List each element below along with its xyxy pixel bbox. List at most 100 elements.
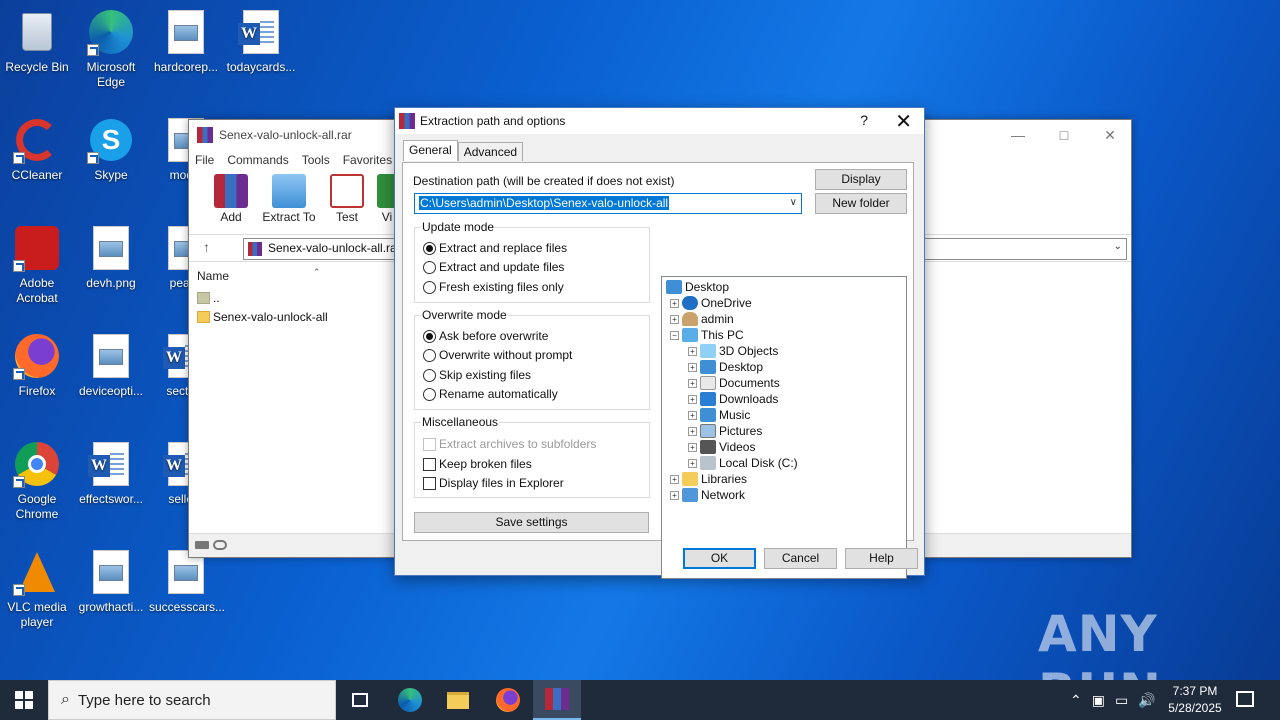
help-button[interactable]: Help	[845, 548, 918, 569]
acrobat-icon	[13, 224, 61, 272]
desktop-icon-hardcorep[interactable]: hardcorep...	[149, 8, 223, 75]
windows-icon	[15, 691, 33, 709]
archive-icon	[248, 242, 262, 256]
winrar-icon	[399, 113, 415, 129]
tree-item-music[interactable]: + Music	[688, 407, 750, 423]
task-view-icon	[352, 693, 368, 707]
video-icon	[700, 440, 716, 454]
tree-item-libraries[interactable]: + Libraries	[670, 471, 747, 487]
desktop-icon-deviceopti[interactable]: deviceopti...	[74, 332, 148, 399]
overwrite-mode-group: Overwrite mode Ask before overwrite Over…	[414, 308, 650, 410]
desktop-icon-devh[interactable]: devh.png	[74, 224, 148, 291]
destination-path-input[interactable]: C:\Users\admin\Desktop\Senex-valo-unlock…	[414, 193, 802, 214]
taskbar-search-box[interactable]: ⌕ Type here to search	[48, 680, 336, 720]
menu-file[interactable]: File	[195, 153, 214, 167]
taskbar-winrar[interactable]	[533, 680, 581, 720]
desktop-icon-edge[interactable]: Microsoft Edge	[74, 8, 148, 90]
tab-advanced[interactable]: Advanced	[457, 142, 524, 161]
desktop-icon-vlc[interactable]: VLC media player	[0, 548, 74, 630]
extract-folder-icon	[272, 174, 306, 208]
menu-favorites[interactable]: Favorites	[343, 153, 392, 167]
image-file-icon	[162, 8, 210, 56]
download-icon	[700, 392, 716, 406]
new-folder-button[interactable]: New folder	[815, 193, 907, 214]
extraction-dialog: Extraction path and options ? ✕ General …	[394, 107, 925, 579]
tree-item-onedrive[interactable]: + OneDrive	[670, 295, 752, 311]
test-button[interactable]: Test	[319, 170, 375, 224]
task-view-button[interactable]	[336, 680, 384, 720]
taskbar-edge[interactable]	[386, 680, 434, 720]
checkbox-extract-to-subfolders: Extract archives to subfolders	[423, 437, 596, 451]
maximize-button[interactable]: □	[1041, 120, 1087, 150]
tree-item-desktop[interactable]: Desktop	[666, 279, 729, 295]
notification-icon[interactable]	[1236, 691, 1254, 707]
minimize-button[interactable]: —	[995, 120, 1041, 150]
tree-item-local-disk[interactable]: + Local Disk (C:)	[688, 455, 798, 471]
radio-ask-before-overwrite[interactable]: Ask before overwrite	[423, 329, 548, 343]
cloud-icon	[682, 296, 698, 310]
tree-item-downloads[interactable]: + Downloads	[688, 391, 778, 407]
help-question-button[interactable]: ?	[860, 112, 868, 128]
test-clipboard-icon	[330, 174, 364, 208]
volume-icon[interactable]: 🔊	[1138, 692, 1155, 709]
ok-button[interactable]: OK	[683, 548, 756, 569]
desktop-icon-ccleaner[interactable]: CCleaner	[0, 116, 74, 183]
radio-skip-existing[interactable]: Skip existing files	[423, 368, 531, 382]
taskbar-clock[interactable]: 7:37 PM 5/28/2025	[1160, 683, 1230, 717]
dialog-titlebar[interactable]: Extraction path and options	[395, 108, 924, 134]
taskbar-file-explorer[interactable]	[434, 680, 482, 720]
desktop-icon-adobe-acrobat[interactable]: Adobe Acrobat	[0, 224, 74, 306]
desktop-icon-growthacti[interactable]: growthacti...	[74, 548, 148, 615]
ccleaner-icon	[13, 116, 61, 164]
tree-item-network[interactable]: + Network	[670, 487, 745, 503]
radio-extract-replace[interactable]: Extract and replace files	[423, 241, 567, 255]
radio-rename-automatically[interactable]: Rename automatically	[423, 387, 558, 401]
sort-up-icon: ⌃	[313, 267, 321, 277]
checkbox-display-in-explorer[interactable]: Display files in Explorer	[423, 476, 564, 490]
network-icon[interactable]: ▭	[1115, 692, 1128, 709]
tree-item-pictures[interactable]: + Pictures	[688, 423, 762, 439]
tree-item-videos[interactable]: + Videos	[688, 439, 755, 455]
desktop-icon-todaycards[interactable]: W todaycards...	[224, 8, 298, 75]
library-icon	[682, 472, 698, 486]
save-settings-button[interactable]: Save settings	[414, 512, 649, 533]
desktop-icon-firefox[interactable]: Firefox	[0, 332, 74, 399]
desktop-icon-recycle-bin[interactable]: Recycle Bin	[0, 8, 74, 75]
radio-overwrite-without-prompt[interactable]: Overwrite without prompt	[423, 348, 572, 362]
tree-item-3d-objects[interactable]: +3D Objects	[688, 343, 778, 359]
display-button[interactable]: Display	[815, 169, 907, 190]
start-button[interactable]	[0, 680, 48, 720]
desktop-icon-effectswor[interactable]: W effectswor...	[74, 440, 148, 507]
menu-commands[interactable]: Commands	[227, 153, 288, 167]
add-button[interactable]: Add	[203, 170, 259, 224]
cancel-button[interactable]: Cancel	[764, 548, 837, 569]
menu-tools[interactable]: Tools	[302, 153, 330, 167]
close-button[interactable]: ✕	[1087, 120, 1133, 150]
checkbox-keep-broken-files[interactable]: Keep broken files	[423, 457, 532, 471]
security-icon[interactable]: ▣	[1092, 692, 1105, 709]
up-arrow-icon[interactable]: ↑	[203, 239, 210, 255]
tree-item-desktop-pc[interactable]: + Desktop	[688, 359, 763, 375]
desktop-icon-chrome[interactable]: Google Chrome	[0, 440, 74, 522]
desktop-icon-skype[interactable]: S Skype	[74, 116, 148, 183]
chevron-down-icon[interactable]: ⌄	[1114, 241, 1122, 252]
miscellaneous-group: Miscellaneous Extract archives to subfol…	[414, 415, 650, 498]
music-icon	[700, 408, 716, 422]
chevron-down-icon[interactable]: ∨	[790, 197, 797, 208]
desktop-icon-successcars[interactable]: successcars...	[149, 548, 225, 615]
folder-tree[interactable]: Desktop + OneDrive + admin − This PC +3D Ob…	[661, 276, 907, 579]
radio-fresh-existing[interactable]: Fresh existing files only	[423, 280, 564, 294]
tree-item-admin[interactable]: + admin	[670, 311, 734, 327]
extract-to-button[interactable]: Extract To	[259, 170, 319, 224]
radio-extract-update[interactable]: Extract and update files	[423, 260, 564, 274]
network-icon	[682, 488, 698, 502]
search-icon: ⌕	[61, 691, 70, 708]
tree-item-this-pc[interactable]: − This PC	[670, 327, 744, 343]
computer-icon	[682, 328, 698, 342]
taskbar-firefox[interactable]	[484, 680, 532, 720]
tree-item-documents[interactable]: + Documents	[688, 375, 780, 391]
key-icon	[213, 540, 227, 550]
tab-general[interactable]: General	[403, 140, 458, 161]
dialog-close-button[interactable]: ✕	[895, 109, 912, 134]
chevron-up-icon[interactable]: ⌃	[1070, 692, 1082, 709]
